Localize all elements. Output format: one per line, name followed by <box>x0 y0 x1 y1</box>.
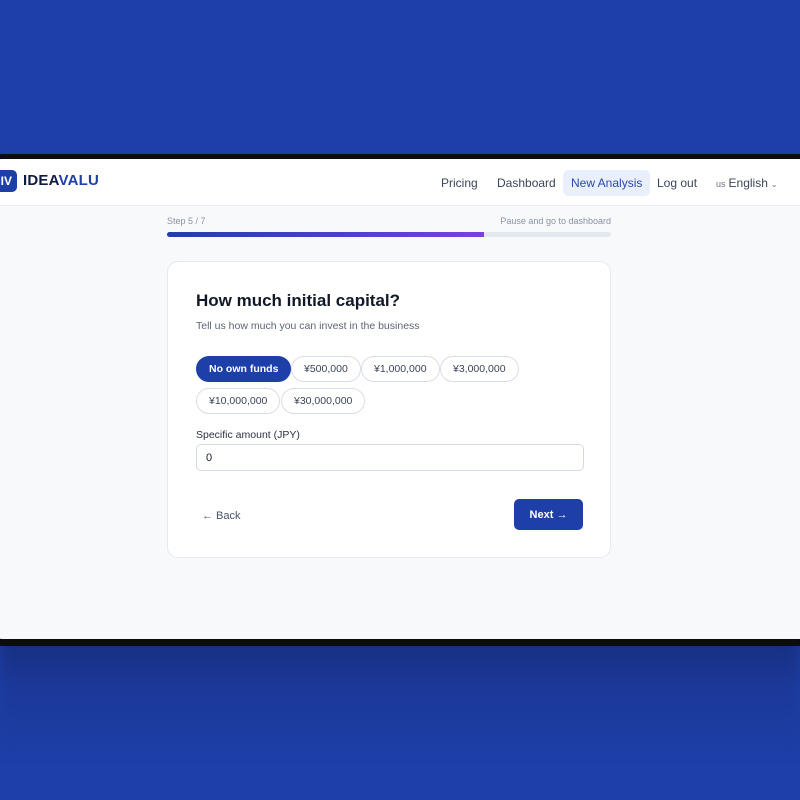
top-navbar: IV IDEAVALU Pricing Dashboard New Analys… <box>0 159 800 206</box>
option-chip[interactable]: ¥30,000,000 <box>281 388 366 414</box>
amount-label: Specific amount (JPY) <box>196 429 300 441</box>
question-card: How much initial capital? Tell us how mu… <box>167 261 611 558</box>
nav-pricing[interactable]: Pricing <box>433 170 486 196</box>
option-chip[interactable]: No own funds <box>196 356 292 382</box>
option-chip[interactable]: ¥10,000,000 <box>196 388 281 414</box>
option-chip[interactable]: ¥1,000,000 <box>361 356 440 382</box>
chevron-down-icon: ⌄ <box>770 180 778 189</box>
next-button[interactable]: Next → <box>514 499 583 530</box>
question-title: How much initial capital? <box>196 291 401 310</box>
app-screen: IV IDEAVALU Pricing Dashboard New Analys… <box>0 159 800 639</box>
step-indicator: Step 5 / 7 <box>167 216 206 226</box>
nav-dashboard[interactable]: Dashboard <box>489 170 564 196</box>
progress-fill <box>167 232 485 237</box>
pause-dashboard-link[interactable]: Pause and go to dashboard <box>462 216 611 226</box>
language-label: English <box>728 176 768 190</box>
amount-input[interactable] <box>196 444 584 471</box>
nav-new-analysis[interactable]: New Analysis <box>563 170 651 196</box>
logo-text-part1: IDEA <box>23 172 59 189</box>
logo-mark: IV <box>0 170 17 192</box>
flag-icon: us <box>716 179 726 189</box>
option-chip[interactable]: ¥3,000,000 <box>440 356 519 382</box>
progress-bar <box>167 232 611 237</box>
logo-text-part2: VALU <box>58 172 100 189</box>
language-selector[interactable]: us English ⌄ <box>716 170 778 196</box>
nav-logout[interactable]: Log out <box>649 170 705 196</box>
logo-wordmark[interactable]: IDEAVALU <box>23 172 99 189</box>
back-button[interactable]: ← Back <box>202 506 241 526</box>
question-subtitle: Tell us how much you can invest in the b… <box>196 320 420 332</box>
option-chip[interactable]: ¥500,000 <box>291 356 361 382</box>
